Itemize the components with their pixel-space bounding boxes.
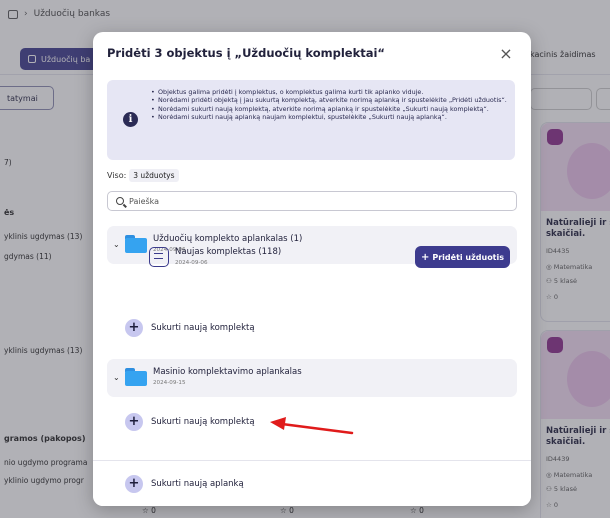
total-count: Viso: 3 užduotys xyxy=(107,169,179,182)
total-count-badge: 3 užduotys xyxy=(129,169,179,182)
create-kit-button[interactable]: + Sukurti naują komplektą xyxy=(125,413,255,431)
info-item: Norėdami sukurti naują komplektą, atverk… xyxy=(151,105,507,114)
search-icon xyxy=(116,197,124,205)
folder-icon xyxy=(125,235,147,253)
chevron-down-icon[interactable]: ⌄ xyxy=(113,240,120,249)
chevron-down-icon[interactable]: ⌄ xyxy=(113,373,120,382)
plus-icon: + xyxy=(125,475,143,493)
plus-icon: + xyxy=(420,251,430,263)
folder-date: 2024-09-15 xyxy=(153,380,186,386)
close-icon[interactable]: × xyxy=(498,46,514,62)
add-to-kit-dialog: Pridėti 3 objektus į „Užduočių komplekta… xyxy=(93,32,531,506)
info-item: Norėdami sukurti naują aplanką naujam ko… xyxy=(151,113,507,122)
folder-row[interactable]: ⌄ Masinio komplektavimo aplankalas 2024-… xyxy=(107,359,517,397)
plus-icon: + xyxy=(125,319,143,337)
create-kit-button[interactable]: + Sukurti naują komplektą xyxy=(125,319,255,337)
total-count-label: Viso: xyxy=(107,171,127,180)
folder-name: Masinio komplektavimo aplankalas xyxy=(153,367,302,377)
kit-icon xyxy=(149,247,169,267)
info-item: Norėdami pridėti objektą į jau sukurtą k… xyxy=(151,96,507,105)
dialog-title: Pridėti 3 objektus į „Užduočių komplekta… xyxy=(107,46,385,60)
add-tasks-button[interactable]: + Pridėti užduotis xyxy=(415,246,510,268)
plus-icon: + xyxy=(125,413,143,431)
search-box[interactable] xyxy=(107,191,517,211)
folder-icon xyxy=(125,368,147,386)
info-box: i Objektus galima pridėti į komplektus, … xyxy=(107,80,515,160)
info-icon: i xyxy=(123,112,138,127)
create-folder-button[interactable]: + Sukurti naują aplanką xyxy=(125,475,244,493)
create-folder-label: Sukurti naują aplanką xyxy=(151,479,244,489)
search-input[interactable] xyxy=(129,196,489,206)
info-item: Objektus galima pridėti į komplektus, o … xyxy=(151,88,507,97)
add-tasks-button-label: Pridėti užduotis xyxy=(432,252,505,262)
create-kit-label: Sukurti naują komplektą xyxy=(151,417,255,427)
kit-date: 2024-09-06 xyxy=(175,260,208,266)
kit-name: Naujas komplektas (118) xyxy=(175,247,282,257)
dialog-footer: + Sukurti naują aplanką xyxy=(93,460,531,506)
info-list: Objektus galima pridėti į komplektus, o … xyxy=(151,88,507,121)
folder-name: Užduočių komplekto aplankalas (1) xyxy=(153,234,303,244)
create-kit-label: Sukurti naują komplektą xyxy=(151,323,255,333)
